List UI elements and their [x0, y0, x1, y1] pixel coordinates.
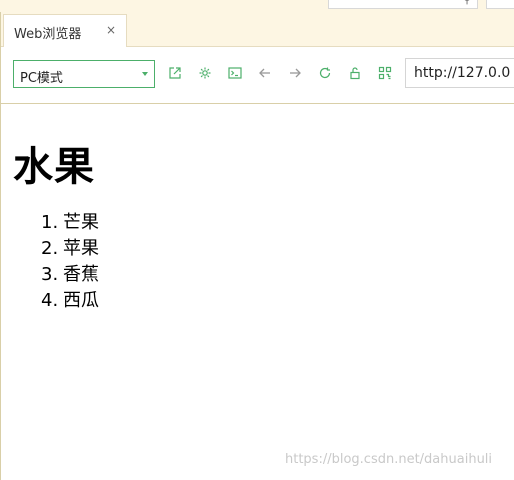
watermark: https://blog.csdn.net/dahuaihuli: [285, 452, 493, 467]
back-arrow-icon[interactable]: [257, 65, 273, 81]
top-search-field[interactable]: [328, 0, 478, 9]
open-external-icon[interactable]: [167, 65, 183, 81]
list-item: 3. 香蕉: [41, 262, 99, 288]
list-item: 2. 苹果: [41, 236, 99, 262]
unlock-icon[interactable]: [347, 65, 363, 81]
mode-select[interactable]: PC模式: [13, 60, 155, 88]
list-item-text: 香蕉: [63, 264, 99, 285]
search-icon[interactable]: ⚲: [463, 0, 471, 6]
tab-close-icon[interactable]: ×: [106, 23, 116, 37]
top-field-right[interactable]: [486, 0, 514, 9]
page-heading: 水果: [13, 144, 95, 190]
list-item-number: 2.: [41, 238, 59, 259]
url-bar[interactable]: http://127.0.0: [405, 58, 514, 88]
qr-code-icon[interactable]: [377, 65, 393, 81]
tab-title: Web浏览器: [14, 27, 82, 42]
list-item-number: 1.: [41, 212, 59, 233]
list-item-text: 西瓜: [63, 290, 99, 311]
list-item: 4. 西瓜: [41, 288, 99, 314]
tab-bar: Web浏览器 ×: [1, 12, 514, 47]
console-icon[interactable]: [227, 65, 243, 81]
settings-gear-icon[interactable]: [197, 65, 213, 81]
tab-web-browser[interactable]: Web浏览器 ×: [3, 14, 127, 47]
page-content: 水果 1. 芒果 2. 苹果 3. 香蕉 4. 西瓜: [1, 104, 514, 480]
list-item-text: 芒果: [63, 212, 99, 233]
list-item-number: 3.: [41, 264, 59, 285]
fruit-list: 1. 芒果 2. 苹果 3. 香蕉 4. 西瓜: [41, 210, 99, 314]
browser-toolbar: PC模式 http://127.0.0: [1, 47, 514, 104]
refresh-icon[interactable]: [317, 65, 333, 81]
list-item-number: 4.: [41, 290, 59, 311]
browser-window: Web浏览器 × PC模式 http://127.0.0 水果 1. 芒果 2.…: [0, 12, 514, 480]
dropdown-arrow-icon: [142, 72, 148, 76]
forward-arrow-icon[interactable]: [287, 65, 303, 81]
list-item-text: 苹果: [63, 238, 99, 259]
mode-select-value: PC模式: [20, 71, 63, 86]
list-item: 1. 芒果: [41, 210, 99, 236]
url-text: http://127.0.0: [414, 65, 511, 81]
